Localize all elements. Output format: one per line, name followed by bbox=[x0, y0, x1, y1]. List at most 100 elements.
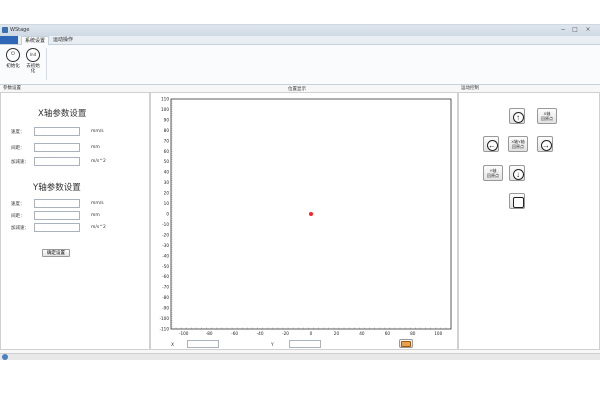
start-button[interactable] bbox=[2, 354, 8, 360]
position-panel: 110 100 90 80 70 60 50 40 30 20 10 0 -10 -20 -30 -40 -50… bbox=[150, 92, 458, 350]
motion-panel: ↑ X轴 回原点 ← X轴Y轴 回原点 → Y轴 回原点 ↓ bbox=[458, 92, 600, 350]
x-accel-input[interactable] bbox=[34, 157, 80, 166]
y-speed-label: 速度： bbox=[11, 202, 25, 207]
y-tick-label: 30 bbox=[164, 180, 170, 185]
y-spacing-unit: mm bbox=[91, 213, 100, 218]
chart-points bbox=[309, 212, 313, 216]
x-accel-unit: m/s^2 bbox=[91, 159, 106, 164]
y-tick-label: 60 bbox=[164, 149, 170, 154]
x-tick-label: -40 bbox=[257, 331, 264, 336]
initialize-button[interactable]: ⏻ 初始化 bbox=[4, 48, 22, 69]
move-left-button[interactable]: ← bbox=[483, 136, 499, 152]
y-position-label: Y bbox=[271, 343, 274, 348]
x-tick-label: -60 bbox=[231, 331, 238, 336]
y-tick-label: 50 bbox=[164, 159, 170, 164]
minimize-button[interactable]: − bbox=[558, 26, 568, 34]
move-up-button[interactable]: ↑ bbox=[509, 108, 525, 124]
power-icon: ⏻ bbox=[6, 48, 20, 62]
y-tick-label: 110 bbox=[161, 97, 169, 102]
x-tick-label: 0 bbox=[310, 331, 313, 336]
y-accel-unit: m/s^2 bbox=[91, 225, 106, 230]
x-accel-label: 加减速： bbox=[11, 160, 29, 165]
ribbon-tab-bar: 系统设置 运动操作 bbox=[0, 36, 600, 45]
x-tick-label: 60 bbox=[385, 331, 391, 336]
erase-button[interactable] bbox=[399, 339, 413, 348]
y-tick-label: 40 bbox=[164, 170, 170, 175]
x-params-title: X轴参数设置 bbox=[38, 109, 87, 119]
y-tick-label: -90 bbox=[162, 306, 169, 311]
y-position-input[interactable] bbox=[289, 340, 321, 348]
maximize-button[interactable]: □ bbox=[570, 26, 580, 34]
move-right-button[interactable]: → bbox=[537, 136, 553, 152]
y-params-title: Y轴参数设置 bbox=[33, 183, 81, 193]
x-tick-label: 20 bbox=[334, 331, 340, 336]
y-spacing-label: 间距： bbox=[11, 214, 25, 219]
x-tick-label: 100 bbox=[434, 331, 442, 336]
arrow-down-icon: ↓ bbox=[512, 168, 524, 180]
position-point bbox=[309, 212, 313, 216]
arrow-left-icon: ← bbox=[486, 139, 498, 151]
y-tick-label: -100 bbox=[159, 316, 169, 321]
y-tick-label: -110 bbox=[159, 327, 169, 332]
y-tick-label: -70 bbox=[162, 285, 169, 290]
x-speed-label: 速度： bbox=[11, 130, 25, 135]
tab-system-settings[interactable]: 系统设置 bbox=[21, 36, 50, 45]
deinitialize-label: 去初始 化 bbox=[26, 64, 40, 74]
xy-home-button[interactable]: X轴Y轴 回原点 bbox=[508, 136, 528, 152]
x-tick-label: 40 bbox=[359, 331, 365, 336]
x-spacing-input[interactable] bbox=[34, 143, 80, 152]
y-tick-label: 20 bbox=[164, 191, 170, 196]
y-tick-label: -30 bbox=[162, 243, 169, 248]
motion-panel-title: 运动控制 bbox=[461, 86, 479, 91]
params-panel-title: 参数设置 bbox=[3, 86, 21, 91]
x-speed-input[interactable] bbox=[34, 127, 80, 136]
arrow-right-icon: → bbox=[540, 139, 552, 151]
y-tick-label: 80 bbox=[164, 128, 170, 133]
y-tick-label: 90 bbox=[164, 117, 170, 122]
y-tick-label: -50 bbox=[162, 264, 169, 269]
title-bar: WStage − □ × bbox=[0, 25, 600, 36]
confirm-settings-button[interactable]: 确定设置 bbox=[42, 249, 70, 257]
y-tick-label: -40 bbox=[162, 253, 169, 258]
tab-motion-operation[interactable]: 运动操作 bbox=[50, 36, 76, 44]
eraser-icon bbox=[401, 341, 411, 347]
initialize-label: 初始化 bbox=[6, 64, 20, 69]
x-spacing-label: 间距： bbox=[11, 146, 25, 151]
y-tick-label: -10 bbox=[162, 222, 169, 227]
deinitialize-button[interactable]: Ind 去初始 化 bbox=[24, 48, 42, 74]
position-chart: 1101009080706050403020100-10-20-30-40-50… bbox=[159, 97, 452, 336]
arrow-up-icon: ↑ bbox=[512, 111, 524, 123]
window-title: WStage bbox=[10, 27, 30, 33]
y-accel-label: 加减速： bbox=[11, 226, 29, 231]
x-tick-label: -80 bbox=[206, 331, 213, 336]
stop-button[interactable] bbox=[509, 193, 525, 209]
ribbon: ⏻ 初始化 Ind 去初始 化 bbox=[0, 45, 600, 85]
y-spacing-input[interactable] bbox=[34, 211, 80, 220]
y-speed-unit: mm/s bbox=[91, 201, 104, 206]
ribbon-separator bbox=[46, 48, 47, 80]
ind-icon: Ind bbox=[26, 48, 40, 62]
y-tick-label: 100 bbox=[161, 107, 169, 112]
x-position-input[interactable] bbox=[187, 340, 219, 348]
y-tick-label: -80 bbox=[162, 295, 169, 300]
x-spacing-unit: mm bbox=[91, 145, 100, 150]
y-accel-input[interactable] bbox=[34, 223, 80, 232]
stop-hand-icon bbox=[512, 196, 524, 208]
y-tick-label: 0 bbox=[166, 212, 169, 217]
x-tick-label: -20 bbox=[282, 331, 289, 336]
y-home-button[interactable]: Y轴 回原点 bbox=[483, 165, 503, 181]
move-down-button[interactable]: ↓ bbox=[509, 165, 525, 181]
app-icon bbox=[2, 27, 8, 33]
x-tick-label: -100 bbox=[179, 331, 189, 336]
taskbar bbox=[0, 353, 600, 360]
close-button[interactable]: × bbox=[583, 26, 593, 34]
y-speed-input[interactable] bbox=[34, 199, 80, 208]
y-tick-label: -60 bbox=[162, 274, 169, 279]
x-tick-label: 80 bbox=[410, 331, 416, 336]
x-home-button[interactable]: X轴 回原点 bbox=[537, 108, 557, 124]
y-tick-label: 70 bbox=[164, 138, 170, 143]
y-tick-label: 10 bbox=[164, 201, 170, 206]
app-menu-button[interactable] bbox=[0, 36, 18, 44]
params-panel: X轴参数设置 速度： mm/s 间距： mm 加减速： m/s^2 Y轴参数设置… bbox=[0, 92, 150, 350]
y-tick-label: -20 bbox=[162, 232, 169, 237]
